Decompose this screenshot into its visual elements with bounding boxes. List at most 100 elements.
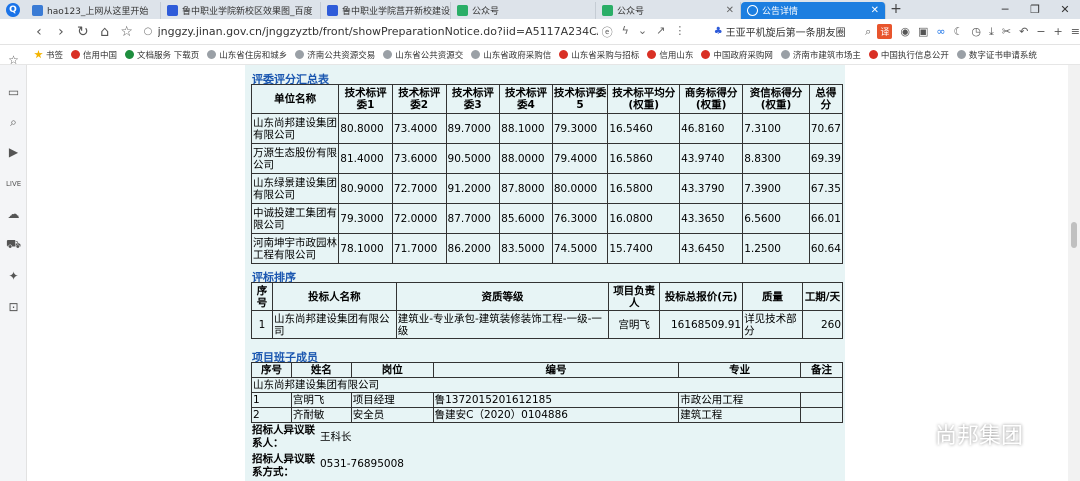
tab-wechat-1[interactable]: 公众号 <box>451 2 596 19</box>
bookmark-favicon-icon <box>559 50 569 59</box>
bookmark-favicon-icon <box>71 50 81 59</box>
bookmark-item[interactable]: 中国政府采购网 <box>701 49 773 61</box>
column-header: 资质等级 <box>395 282 610 311</box>
close-icon[interactable]: ✕ <box>722 5 734 16</box>
bookmark-item[interactable]: 信用山东 <box>647 49 693 61</box>
scrollbar-thumb[interactable] <box>1071 222 1077 248</box>
reload-icon[interactable]: ↻ <box>72 24 94 40</box>
undo-icon[interactable]: ↶ <box>1019 25 1028 38</box>
column-header: 投标总报价(元) <box>659 282 744 311</box>
plus-icon[interactable]: + <box>1054 25 1063 38</box>
score-summary-table: 单位名称 技术标评委1 技术标评委2 技术标评委3 技术标评委4 技术标评委5 技术标平均分… <box>250 84 844 264</box>
download-icon[interactable]: ⤓ <box>989 25 994 39</box>
browser-logo-icon[interactable]: Q <box>0 0 26 19</box>
tab-favicon-icon <box>327 5 338 16</box>
video-icon[interactable]: ▶ <box>6 145 21 160</box>
column-header: 备注 <box>800 362 843 378</box>
score-cell: 43.9740 <box>679 143 744 174</box>
bookmark-item[interactable]: 中国执行信息公开 <box>868 49 949 61</box>
score-cell: 88.1000 <box>499 113 553 144</box>
table-row: 万源生态股份有限公司 81.4000 73.6000 90.5000 88.0000 79… <box>250 143 844 174</box>
browser-sidebar: ☆ ▭ ⌕ ▶ LIVE ☁ ⛟ ✦ ⊡ <box>0 53 27 481</box>
bookmark-item[interactable]: 山东省住房和城乡 <box>207 49 287 61</box>
back-icon[interactable]: ‹ <box>28 24 50 40</box>
tools-icon[interactable]: ✦ <box>6 269 21 284</box>
bookmark-label: 济南公共资源交易 <box>307 50 376 61</box>
score-cell: 1.2500 <box>742 233 810 264</box>
bookmark-item[interactable]: 济南公共资源交易 <box>295 49 375 61</box>
company-name-cell: 中诚投建工集团有限公司 <box>250 203 340 234</box>
tab-notice-detail[interactable]: 公告详情 ✕ <box>741 2 886 19</box>
score-cell: 43.6450 <box>679 233 744 264</box>
translate-icon[interactable]: ⊡ <box>6 300 21 315</box>
tab-construction-site[interactable]: 鲁中职业学院莒开新校建设现场 <box>321 2 451 19</box>
bookmark-label: 信用山东 <box>659 50 694 61</box>
translate-icon[interactable]: 译 <box>877 24 893 39</box>
grid-icon[interactable]: ⋮ <box>674 24 685 40</box>
tab-title: 鲁中职业学院新校区效果图_百度 <box>182 7 313 17</box>
company-name-cell: 万源生态股份有限公司 <box>250 143 340 174</box>
score-cell: 66.01 <box>808 203 844 234</box>
live-icon[interactable]: LIVE <box>6 177 21 192</box>
home-icon[interactable]: ⌂ <box>94 24 116 40</box>
bookmark-label: 信用中国 <box>83 50 118 61</box>
night-mode-icon[interactable]: ☾ <box>954 25 964 38</box>
column-header: 序号 <box>251 362 292 378</box>
new-tab-button[interactable]: + <box>886 0 906 19</box>
score-cell: 7.3900 <box>742 173 810 204</box>
column-header: 编号 <box>432 362 680 378</box>
dropdown-icon[interactable]: ⌄ <box>638 24 647 40</box>
address-bar[interactable]: ○ jnggzy.jinan.gov.cn/jnggzyztb/front/sh… <box>144 22 702 42</box>
bookmark-item[interactable]: 山东省政府采购信 <box>471 49 551 61</box>
minus-icon[interactable]: − <box>1036 25 1045 38</box>
bookmark-item[interactable]: 数字证书申请系统 <box>956 49 1037 61</box>
bookmark-item[interactable]: 文档服务 下载页 <box>125 49 199 61</box>
tab-favicon-icon <box>602 5 613 16</box>
menu-icon[interactable]: ≡ <box>1071 25 1080 38</box>
compat-mode-icon[interactable]: ⓔ <box>602 24 613 40</box>
reading-icon[interactable]: ▭ <box>6 85 21 100</box>
vertical-scrollbar[interactable] <box>1068 65 1080 481</box>
tab-wechat-2[interactable]: 公众号 ✕ <box>596 2 741 19</box>
tab-title: hao123_上网从这里开始 <box>47 7 149 17</box>
search-icon[interactable]: ⌕ <box>6 115 21 130</box>
bookmark-item[interactable]: 山东省采购与招标 <box>559 49 639 61</box>
bookmark-item[interactable]: 书签 <box>34 49 63 61</box>
bookmark-item[interactable]: 信用中国 <box>71 49 117 61</box>
bookmark-item[interactable]: 山东省公共资源交 <box>383 49 463 61</box>
infinity-icon[interactable]: ∞ <box>936 25 945 38</box>
column-header: 姓名 <box>290 362 352 378</box>
watermark-text: 尚邦集团 <box>935 424 1024 449</box>
globe-icon <box>295 50 305 59</box>
star-icon[interactable]: ☆ <box>6 53 21 68</box>
ranking-cell: 宫明飞 <box>608 310 661 339</box>
history-icon[interactable]: ◷ <box>971 25 981 38</box>
tab-hao123[interactable]: hao123_上网从这里开始 <box>26 2 161 19</box>
close-window-icon[interactable]: ✕ <box>1050 0 1080 19</box>
maximize-icon[interactable]: ❐ <box>1020 0 1050 19</box>
game-icon[interactable]: ◉ <box>900 25 910 38</box>
score-cell: 71.7000 <box>391 233 447 264</box>
ranking-table: 序号 投标人名称 资质等级 项目负责人 投标总报价(元) 质量 工期/天 1 山东尚邦建设集团… <box>251 282 844 339</box>
score-cell: 16.5860 <box>607 143 681 174</box>
contact-value: 0531-76895008 <box>320 458 404 470</box>
site-info-icon[interactable]: ○ <box>144 26 158 37</box>
minimize-icon[interactable]: ─ <box>990 0 1020 19</box>
clipboard-icon[interactable]: ▣ <box>918 25 928 38</box>
forward-icon[interactable]: › <box>50 24 72 40</box>
globe-icon <box>207 50 217 59</box>
search-box[interactable]: ♣ 王亚平机旋后第一条朋友圈 <box>714 23 863 41</box>
search-icon[interactable]: ⌕ <box>865 25 871 39</box>
external-icon[interactable]: ↗ <box>656 24 665 40</box>
tab-title: 公众号 <box>617 7 645 17</box>
bookmark-star-icon[interactable]: ☆ <box>116 24 138 40</box>
cart-icon[interactable]: ⛟ <box>6 237 21 252</box>
chat-icon[interactable]: ☁ <box>6 207 21 222</box>
tab-baidu-images[interactable]: 鲁中职业学院新校区效果图_百度 <box>161 2 321 19</box>
close-icon[interactable]: ✕ <box>867 5 879 16</box>
score-cell: 73.4000 <box>391 113 447 144</box>
bookmarks-bar: 书签 信用中国 文档服务 下载页 山东省住房和城乡 济南公共资源交易 山东省公共… <box>0 45 1080 65</box>
scissors-icon[interactable]: ✂ <box>1002 25 1011 38</box>
lightning-icon[interactable]: ϟ <box>622 24 629 40</box>
bookmark-item[interactable]: 济南市建筑市场主 <box>780 49 861 61</box>
